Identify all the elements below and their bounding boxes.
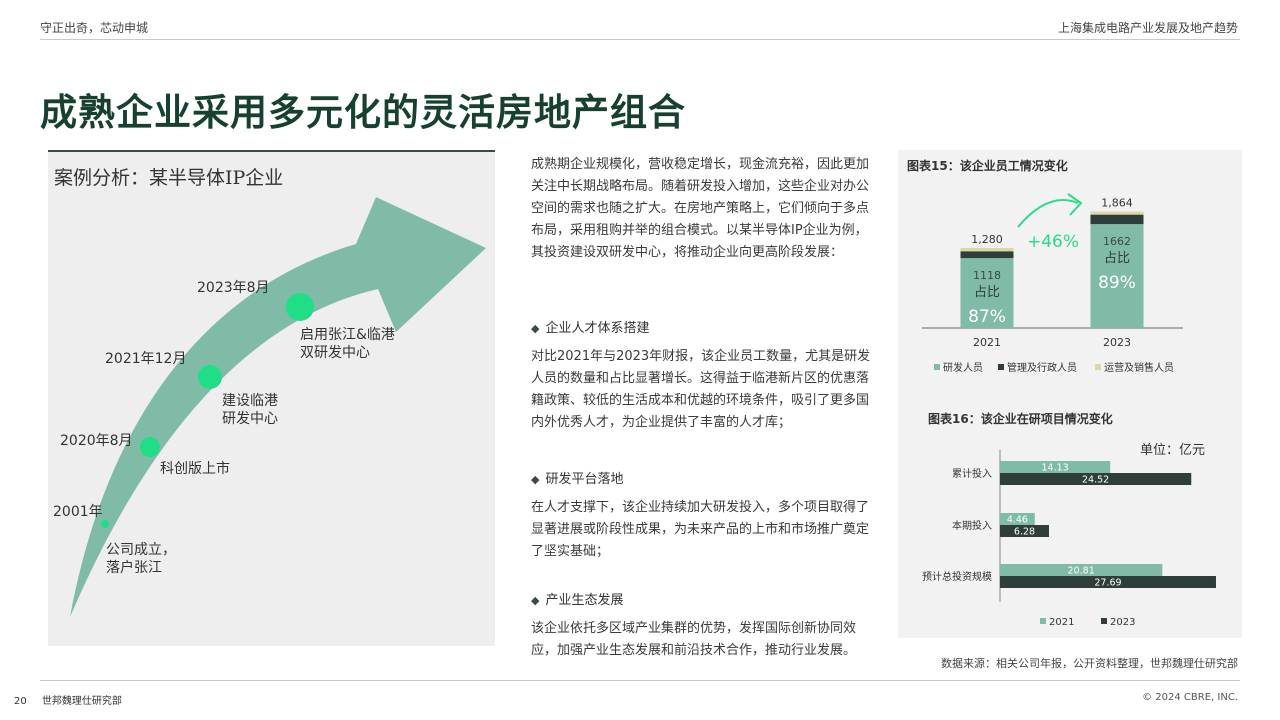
milestone-date: 2021年12月 [105, 351, 187, 367]
section-heading-text: 企业人才体系搭建 [545, 321, 650, 336]
chart16-title: 图表16：该企业在研项目情况变化 [928, 412, 1113, 426]
chart16-category-label: 累计投入 [952, 467, 992, 480]
milestone-desc-line: 公司成立， [106, 542, 176, 558]
chart16-category-label: 预计总投资规模 [922, 570, 992, 583]
chart16-legend-label: 2023 [1110, 617, 1135, 628]
chart15-legend-swatch [998, 364, 1004, 370]
chart16-value-label: 4.46 [1007, 515, 1028, 526]
chart16-project-investment: 单位：亿元累计投入 14.13 24.52 本期投入 4.466.28 预计总投资规模 20… [922, 443, 1216, 628]
chart16-legend-swatch [1101, 618, 1107, 624]
chart16-value-label: 20.81 [1068, 566, 1095, 577]
milestone-dot-2020 [140, 437, 160, 457]
chart15-staff-change: 1,280 1118 占比 87% 2021 1,864 1662 占比 89% 2023 +46%… [922, 193, 1183, 374]
diamond-bullet-icon: ◆ [531, 473, 540, 486]
section-heading-text: 研发平台落地 [545, 472, 624, 487]
chart16-value-label: 24.52 [1082, 475, 1109, 486]
milestone-dot-2023 [286, 293, 314, 321]
chart15-legend-label: 研发人员 [943, 361, 983, 374]
footer-dept: 世邦魏理仕研究部 [41, 696, 122, 707]
section-paragraph: 对比2021年与2023年财报，该企业员工数量，尤其是研发人员的数量和占比显著增… [531, 349, 871, 430]
chart16-legend-swatch [1040, 618, 1046, 624]
chart15-share-label: 占比 [974, 285, 1000, 300]
chart16-legend-label: 2021 [1049, 617, 1074, 628]
footer-left: 20 世邦魏理仕研究部 [14, 692, 122, 707]
section-heading: ◆ 研发平台落地 [531, 468, 623, 487]
chart15-legend-label: 管理及行政人员 [1007, 361, 1077, 374]
milestone-desc-line: 研发中心 [222, 411, 278, 427]
page-title: 成熟企业采用多元化的灵活房地产组合 [40, 90, 686, 134]
milestone-dot-2021 [198, 365, 222, 389]
milestone-desc-line: 科创版上市 [160, 461, 230, 477]
milestone-desc-line: 启用张江&临港 [300, 327, 395, 343]
data-source: 数据来源：相关公司年报，公开资料整理，世邦魏理仕研究部 [941, 657, 1238, 670]
milestone-desc: 公司成立， 落户张江 [106, 541, 176, 577]
section-heading: ◆ 企业人才体系搭建 [531, 317, 649, 336]
chart15-total-label: 1,864 [1101, 197, 1133, 210]
footer-divider [40, 680, 1240, 681]
header-right: 上海集成电路产业发展及地产趋势 [1057, 21, 1238, 35]
milestone-desc-line: 建设临港 [222, 393, 278, 409]
chart15-legend-label: 运营及销售人员 [1104, 361, 1174, 374]
chart15-share-value: 87% [968, 307, 1006, 327]
header-divider [40, 39, 1240, 40]
diamond-bullet-icon: ◆ [531, 322, 540, 335]
chart15-bar-segment [960, 251, 1014, 259]
chart15-category-label: 2021 [973, 336, 1001, 349]
chart16-category-label: 本期投入 [952, 519, 992, 532]
section-heading: ◆ 产业生态发展 [531, 589, 623, 608]
copyright: © 2024 CBRE, INC. [1142, 692, 1238, 703]
section-paragraph: 在人才支撑下，该企业持续加大研发投入，多个项目取得了显著进展或阶段性成果，为未来… [531, 500, 870, 559]
chart15-title: 图表15：该企业员工情况变化 [907, 159, 1068, 173]
chart16-unit-label: 单位：亿元 [1140, 443, 1205, 458]
chart15-bar-segment [1090, 211, 1144, 215]
chart15-share-label: 占比 [1104, 251, 1130, 266]
milestone-desc: 建设临港 研发中心 [222, 392, 278, 428]
milestone-desc: 科创版上市 [160, 460, 230, 478]
diamond-bullet-icon: ◆ [531, 594, 540, 607]
page-number: 20 [14, 696, 27, 707]
chart15-bar-segment [1090, 214, 1144, 225]
chart15-growth-arrow [1017, 199, 1079, 228]
chart15-growth-label: +46% [1027, 232, 1079, 252]
milestone-desc-line: 双研发中心 [300, 345, 370, 361]
chart15-share-value: 89% [1098, 273, 1136, 293]
chart15-legend-swatch [934, 364, 940, 370]
milestone-date: 2023年8月 [197, 280, 270, 296]
milestone-desc: 启用张江&临港 双研发中心 [300, 326, 395, 362]
chart15-bar-segment [960, 248, 1014, 252]
intro-paragraph: 成熟期企业规模化，营收稳定增长，现金流充裕，因此更加关注中长期战略布局。随着研发… [531, 157, 870, 260]
header-left: 守正出奇，芯动申城 [40, 21, 149, 35]
section-heading-text: 产业生态发展 [545, 593, 624, 608]
milestone-dot-2001 [101, 520, 109, 528]
milestone-date: 2020年8月 [60, 433, 133, 449]
chart16-value-label: 14.13 [1042, 463, 1069, 474]
chart15-category-label: 2023 [1103, 336, 1131, 349]
chart15-legend-swatch [1095, 364, 1101, 370]
milestone-date: 2001年 [53, 504, 103, 520]
milestone-desc-line: 落户张江 [106, 560, 162, 576]
chart15-rd-value: 1662 [1103, 235, 1131, 248]
section-paragraph: 该企业依托多区域产业集群的优势，发挥国际创新协同效应，加强产业生态发展和前沿技术… [531, 621, 857, 658]
chart15-growth-arrowhead [1067, 193, 1083, 216]
chart15-rd-value: 1118 [973, 269, 1001, 282]
chart16-value-label: 27.69 [1094, 578, 1121, 589]
chart16-value-label: 6.28 [1014, 527, 1035, 538]
chart15-total-label: 1,280 [971, 233, 1003, 246]
